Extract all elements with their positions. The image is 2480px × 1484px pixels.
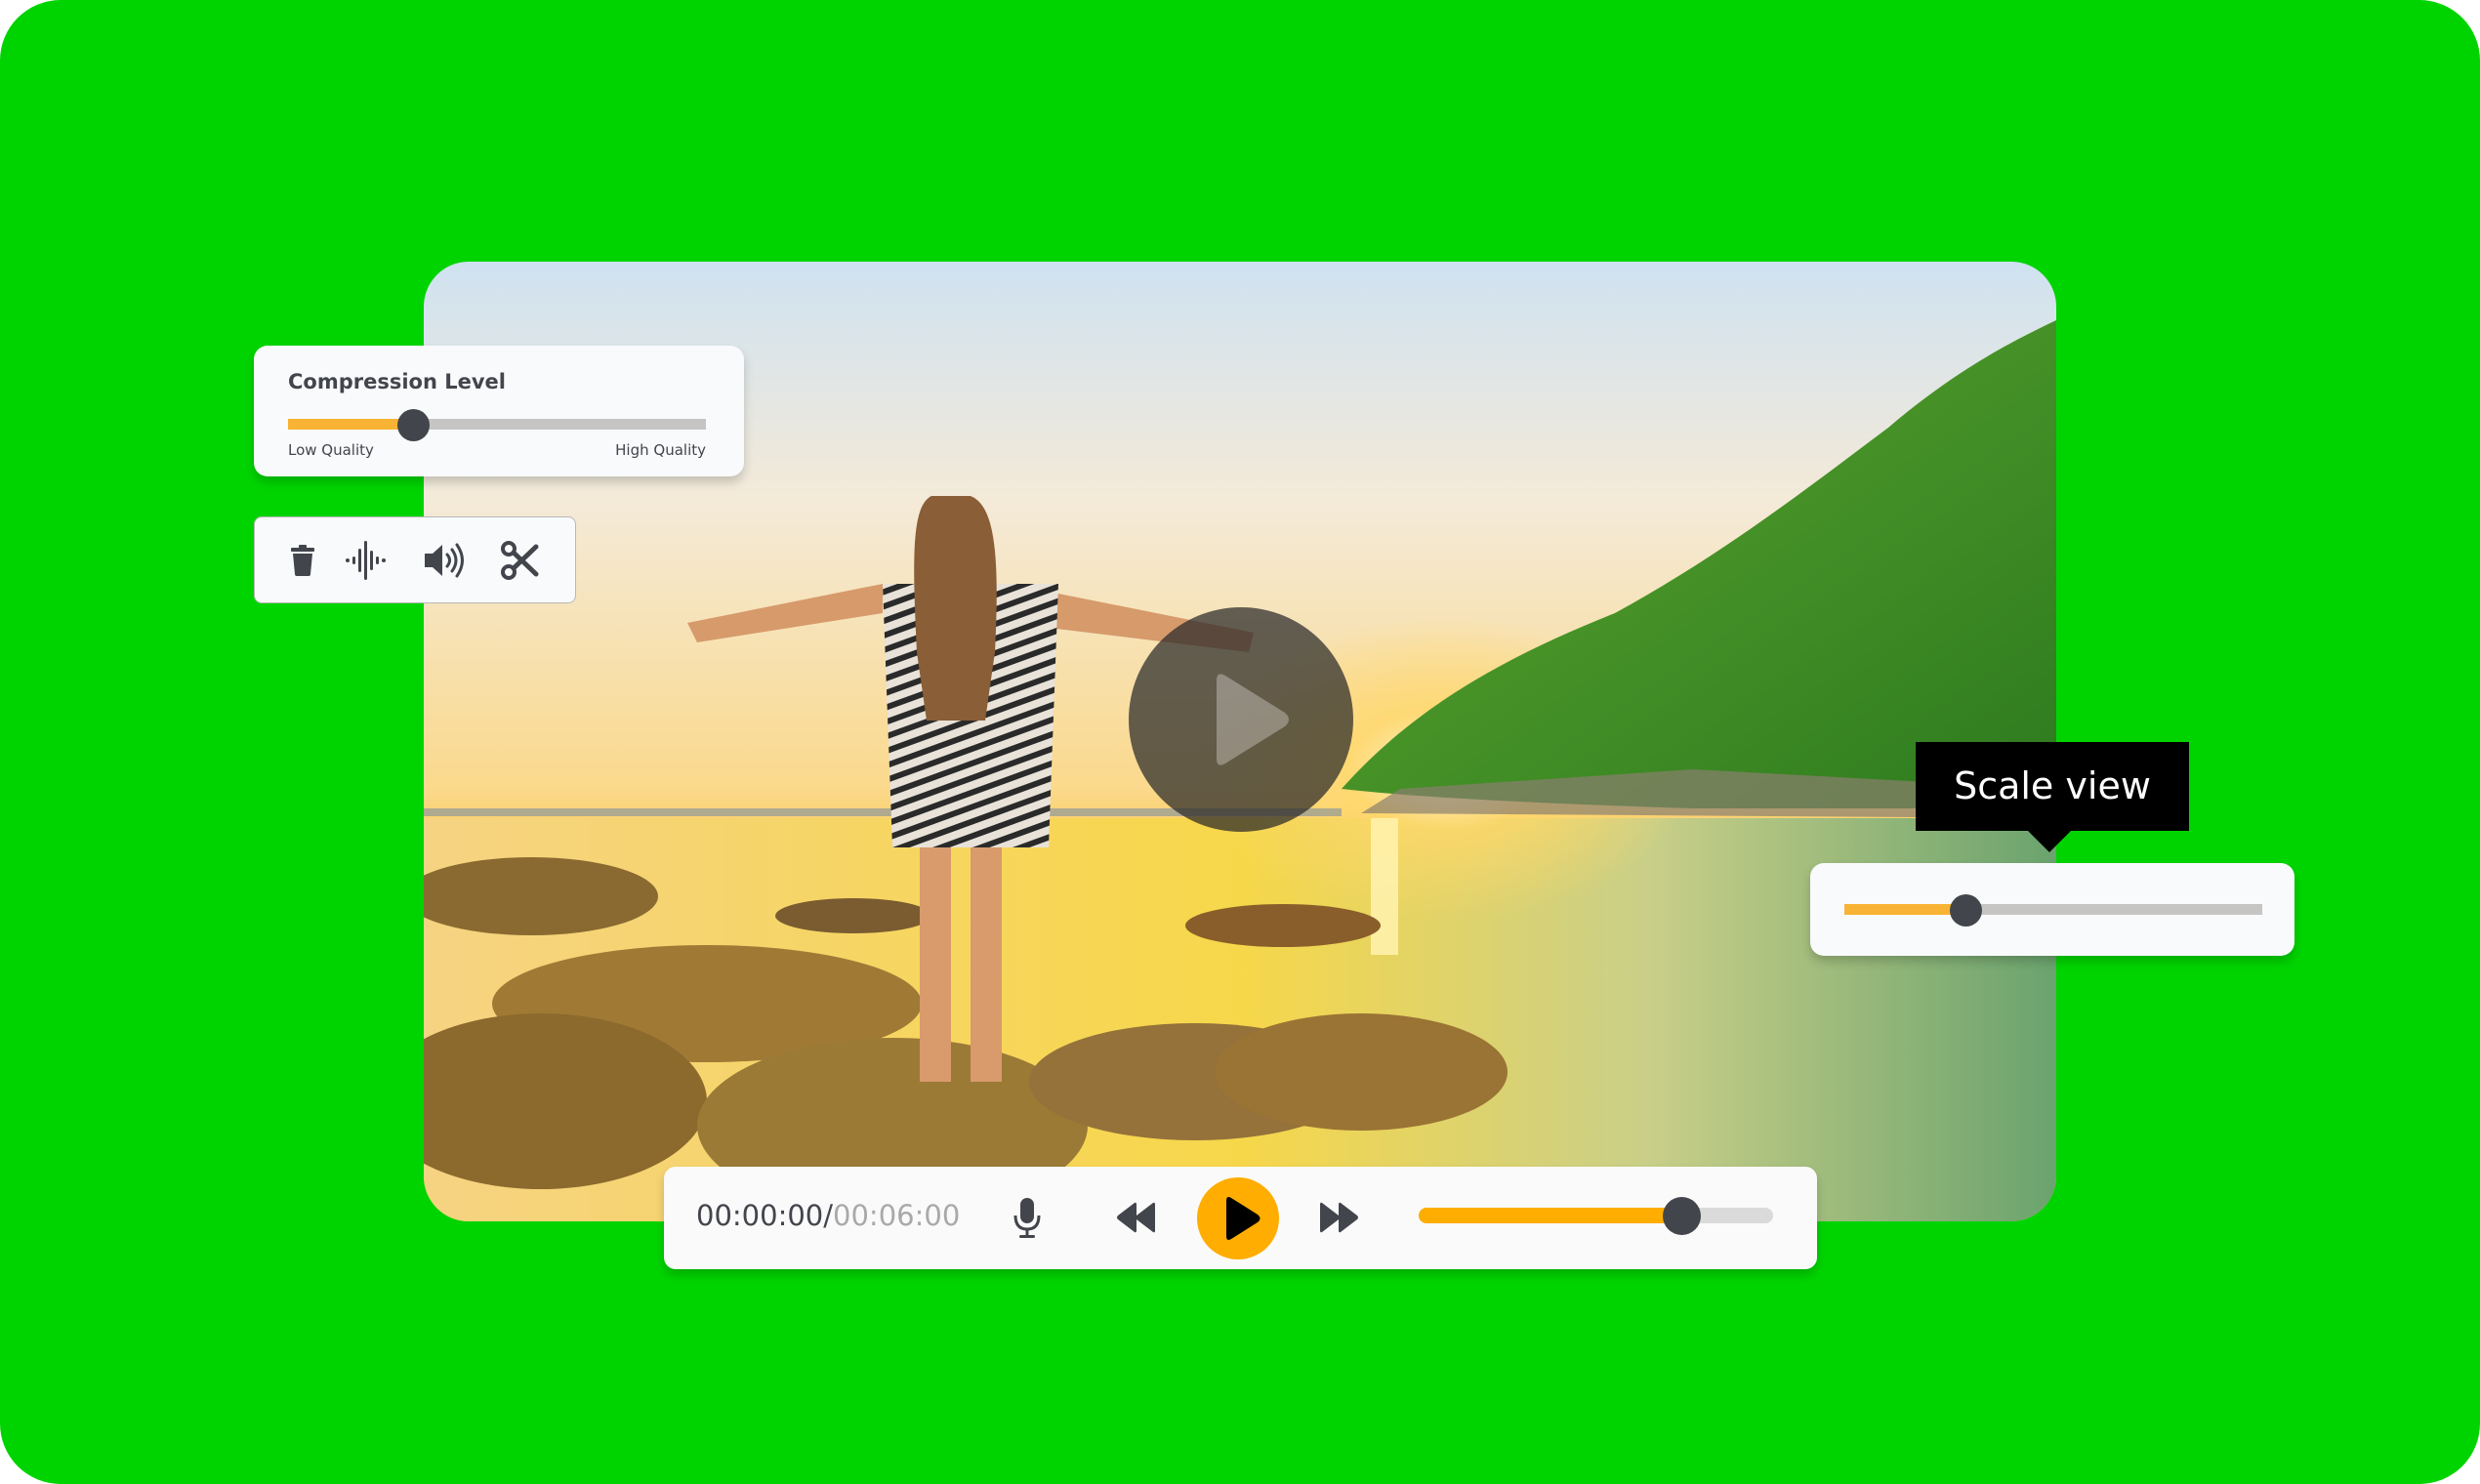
microphone-icon xyxy=(1013,1198,1041,1238)
cut-button[interactable] xyxy=(499,539,542,582)
delete-button[interactable] xyxy=(281,539,324,582)
volume-button[interactable] xyxy=(423,539,466,582)
microphone-button[interactable] xyxy=(1012,1196,1043,1240)
play-icon xyxy=(1217,674,1289,765)
player-controls-bar: 00:00:00/00:06:00 xyxy=(664,1167,1817,1269)
trash-icon xyxy=(291,545,314,576)
fast-forward-icon xyxy=(1320,1202,1358,1233)
time-display: 00:00:00/00:06:00 xyxy=(696,1199,960,1232)
duration: 00:06:00 xyxy=(833,1199,961,1232)
playback-progress-thumb[interactable] xyxy=(1662,1197,1701,1235)
compression-title: Compression Level xyxy=(288,370,506,393)
play-button[interactable] xyxy=(1197,1177,1279,1259)
scissors-icon xyxy=(501,541,539,580)
compression-level-panel: Compression Level Low Quality High Quali… xyxy=(254,346,744,476)
scale-slider-fill xyxy=(1844,904,1966,915)
compression-slider[interactable] xyxy=(288,408,706,441)
scale-view-tooltip: Scale view xyxy=(1916,742,2189,852)
edit-toolbar xyxy=(254,516,576,603)
rewind-button[interactable] xyxy=(1115,1199,1156,1236)
audio-waveform-button[interactable] xyxy=(345,539,388,582)
playback-progress-fill xyxy=(1419,1208,1681,1223)
high-quality-label: High Quality xyxy=(615,441,706,459)
play-icon xyxy=(1226,1197,1261,1240)
video-play-overlay-button[interactable] xyxy=(1129,607,1353,832)
scale-view-panel xyxy=(1810,863,2294,956)
rewind-icon xyxy=(1117,1202,1155,1233)
time-separator: / xyxy=(823,1199,834,1232)
scale-slider-thumb[interactable] xyxy=(1950,893,1983,927)
compression-slider-thumb[interactable] xyxy=(397,408,431,441)
current-time: 00:00:00 xyxy=(696,1199,824,1232)
fast-forward-button[interactable] xyxy=(1319,1199,1360,1236)
compression-slider-fill xyxy=(288,419,414,430)
speaker-icon xyxy=(425,543,464,578)
playback-progress-slider[interactable] xyxy=(1419,1197,1773,1235)
scale-slider[interactable] xyxy=(1844,893,2262,927)
low-quality-label: Low Quality xyxy=(288,441,374,459)
waveform-icon xyxy=(346,541,386,580)
